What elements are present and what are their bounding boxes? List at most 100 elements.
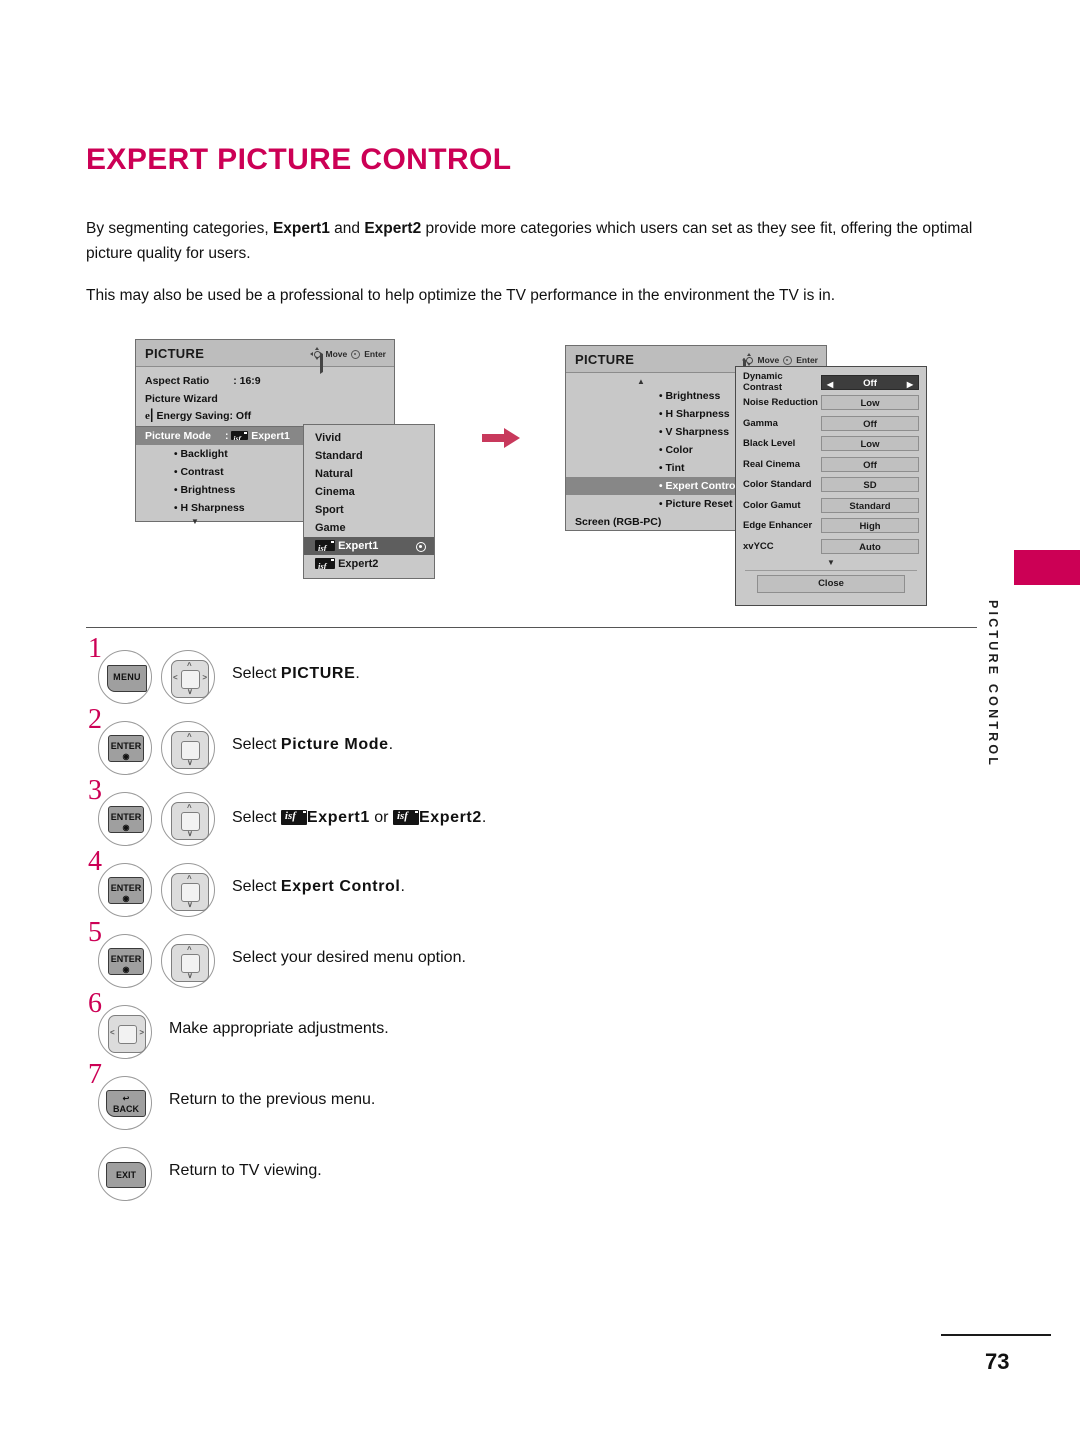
- step-3-key-enter[interactable]: ENTER ◉: [98, 792, 152, 846]
- flow-arrow-icon: [482, 427, 522, 449]
- expert-row-edge-enhancer[interactable]: Edge Enhancer High: [743, 516, 919, 537]
- nav-down-icon[interactable]: ∨: [187, 830, 193, 838]
- step-4-key-enter[interactable]: ENTER ◉: [98, 863, 152, 917]
- expert-row-real-cinema[interactable]: Real Cinema Off: [743, 454, 919, 475]
- menu-button[interactable]: MENU: [107, 665, 147, 692]
- nav-down-icon[interactable]: ∨: [187, 972, 193, 980]
- back-button[interactable]: ↩ BACK: [106, 1090, 146, 1117]
- picture-mode-dropdown[interactable]: Vivid Standard Natural Cinema Sport Game…: [303, 424, 435, 579]
- dropdown-option-game[interactable]: Game: [304, 519, 434, 537]
- nav-4way-pad-icon[interactable]: ^ ∨ < >: [171, 660, 209, 698]
- nav-center-button[interactable]: [181, 812, 200, 831]
- nav-right-icon[interactable]: >: [139, 1029, 144, 1037]
- expert-row-gamma[interactable]: Gamma Off: [743, 413, 919, 434]
- step-7: 7 ↩ BACK Return to the previous menu.: [86, 1059, 646, 1142]
- step-1-key-nav[interactable]: ^ ∨ < >: [161, 650, 215, 704]
- step-2-text-plain: Select: [232, 736, 281, 753]
- expert-value-color-gamut[interactable]: Standard: [821, 497, 919, 513]
- close-button[interactable]: Close: [757, 574, 905, 593]
- step-4-text-tail: .: [400, 878, 405, 895]
- left-arrow-icon[interactable]: ◀: [827, 377, 833, 392]
- nav-center-button[interactable]: [181, 883, 200, 902]
- enter-button-label: ENTER: [110, 883, 142, 893]
- nav-updown-pad-icon[interactable]: ^ ∨: [171, 802, 209, 840]
- expert-row-black-level[interactable]: Black Level Low: [743, 434, 919, 455]
- dropdown-option-cinema[interactable]: Cinema: [304, 483, 434, 501]
- expert-row-noise-reduction[interactable]: Noise Reduction Low: [743, 393, 919, 414]
- step-2-key-nav[interactable]: ^ ∨: [161, 721, 215, 775]
- dropdown-option-sport[interactable]: Sport: [304, 501, 434, 519]
- expert-value-black-level[interactable]: Low: [821, 436, 919, 452]
- expert-value-dynamic-contrast[interactable]: ◀ Off ▶: [821, 374, 919, 392]
- step-3-number: 3: [88, 775, 102, 806]
- expert-value-xvycc[interactable]: Auto: [821, 538, 919, 554]
- nav-updown-pad-icon[interactable]: ^ ∨: [171, 731, 209, 769]
- osd1-row-aspect-ratio[interactable]: Aspect Ratio: 16:9: [145, 373, 394, 391]
- nav-down-icon[interactable]: ∨: [187, 759, 193, 767]
- expert-value-gamma[interactable]: Off: [821, 415, 919, 431]
- bullet-icon: •: [174, 467, 178, 478]
- nav-center-button[interactable]: [181, 741, 200, 760]
- expert-label-noise-reduction: Noise Reduction: [743, 397, 818, 409]
- step-5: 5 ENTER ◉ ^ ∨ Select your desired menu op…: [86, 917, 646, 1000]
- enter-button[interactable]: ENTER ◉: [108, 877, 144, 904]
- nav-left-icon[interactable]: <: [110, 1029, 115, 1037]
- step-7-key-back[interactable]: ↩ BACK: [98, 1076, 152, 1130]
- osd1-row-energy-saving[interactable]: e⎮ Energy Saving: Off: [145, 408, 394, 426]
- nav-leftright-pad-icon[interactable]: < >: [108, 1015, 146, 1053]
- nav-up-icon[interactable]: ^: [187, 875, 192, 883]
- expert-control-panel[interactable]: Dynamic Contrast ◀ Off ▶ Noise Reduction L…: [735, 366, 927, 606]
- step-5-key-enter[interactable]: ENTER ◉: [98, 934, 152, 988]
- enter-button[interactable]: ENTER ◉: [108, 948, 144, 975]
- step-4-key-nav[interactable]: ^ ∨: [161, 863, 215, 917]
- osd1-hint-enter: Enter: [364, 348, 386, 359]
- step-exit-key[interactable]: EXIT: [98, 1147, 152, 1201]
- step-2-key-enter[interactable]: ENTER ◉: [98, 721, 152, 775]
- enter-button-label: ENTER: [110, 741, 142, 751]
- nav-center-button[interactable]: [181, 954, 200, 973]
- nav-center-button[interactable]: [118, 1025, 137, 1044]
- expert-row-color-standard[interactable]: Color Standard SD: [743, 475, 919, 496]
- expert-value-color-standard[interactable]: SD: [821, 477, 919, 493]
- dropdown-option-expert2[interactable]: Expert2: [304, 555, 434, 573]
- nav-left-icon[interactable]: <: [173, 674, 178, 682]
- step-3-key-nav[interactable]: ^ ∨: [161, 792, 215, 846]
- dropdown-option-standard[interactable]: Standard: [304, 447, 434, 465]
- nav-up-icon[interactable]: ^: [187, 662, 192, 670]
- expert-value-noise-reduction[interactable]: Low: [821, 395, 919, 411]
- nav-center-button[interactable]: [181, 670, 200, 689]
- step-5-key-nav[interactable]: ^ ∨: [161, 934, 215, 988]
- nav-up-icon[interactable]: ^: [187, 733, 192, 741]
- dropdown-option-expert1[interactable]: Expert1: [304, 537, 434, 555]
- enter-button[interactable]: ENTER ◉: [108, 806, 144, 833]
- exit-button[interactable]: EXIT: [106, 1162, 146, 1188]
- nav-updown-pad-icon[interactable]: ^ ∨: [171, 873, 209, 911]
- nav-up-icon[interactable]: ^: [187, 946, 192, 954]
- nav-up-icon[interactable]: ^: [187, 804, 192, 812]
- isf-badge-icon: [315, 540, 335, 551]
- step-6-key-nav[interactable]: < >: [98, 1005, 152, 1059]
- enter-button[interactable]: ENTER ◉: [108, 735, 144, 762]
- osd-picture-menu-1[interactable]: PICTURE Move Enter Aspect Ratio: 16:9 Pi…: [135, 339, 395, 435]
- page-title: EXPERT PICTURE CONTROL: [86, 143, 512, 176]
- expert-value-real-cinema[interactable]: Off: [821, 456, 919, 472]
- dropdown-option-natural[interactable]: Natural: [304, 465, 434, 483]
- expert-row-xvycc[interactable]: xvYCC Auto: [743, 536, 919, 557]
- nav-right-icon[interactable]: >: [202, 674, 207, 682]
- expert-value-edge-enhancer[interactable]: High: [821, 518, 919, 534]
- bullet-icon: •: [659, 499, 663, 510]
- expert-row-color-gamut[interactable]: Color Gamut Standard: [743, 495, 919, 516]
- nav-updown-pad-icon[interactable]: ^ ∨: [171, 944, 209, 982]
- nav-down-icon[interactable]: ∨: [187, 688, 193, 696]
- osd1-picture-mode-colon: :: [224, 430, 229, 442]
- nav-down-icon[interactable]: ∨: [187, 901, 193, 909]
- expert-scroll-down-caret-icon[interactable]: ▼: [743, 557, 919, 568]
- step-7-text: Return to the previous menu.: [169, 1091, 376, 1108]
- dropdown-option-vivid[interactable]: Vivid: [304, 429, 434, 447]
- step-1-key-menu[interactable]: MENU: [98, 650, 152, 704]
- expert-row-dynamic-contrast[interactable]: Dynamic Contrast ◀ Off ▶: [743, 371, 919, 393]
- step-6-number: 6: [88, 988, 102, 1019]
- right-arrow-icon[interactable]: ▶: [907, 377, 913, 392]
- osd1-row-picture-wizard[interactable]: Picture Wizard: [145, 391, 394, 409]
- step-3-text-tail: .: [481, 809, 487, 826]
